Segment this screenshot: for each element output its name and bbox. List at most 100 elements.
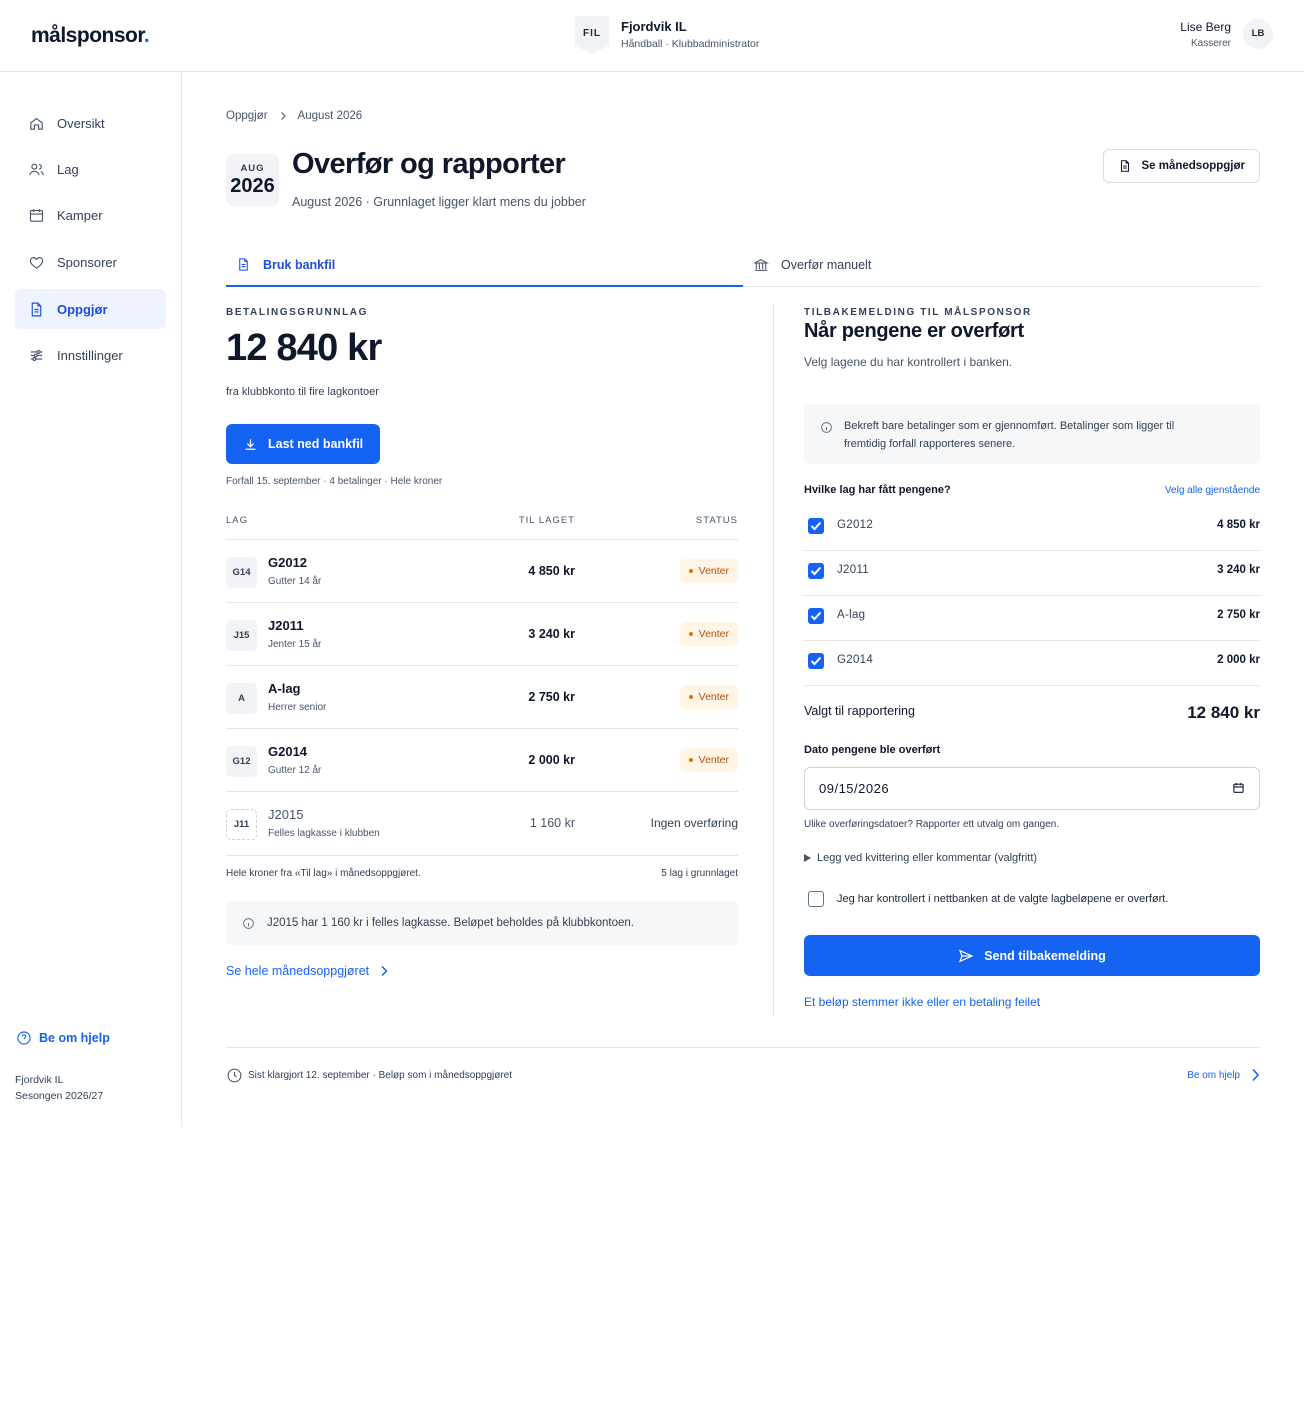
document-icon — [1121, 160, 1130, 172]
team-checkbox[interactable] — [808, 518, 824, 534]
feedback-subtitle: Velg lagene du har kontrollert i banken. — [804, 355, 1013, 369]
payment-meta: Forfall 15. september · 4 betalinger · H… — [226, 476, 443, 487]
info-icon — [243, 917, 254, 929]
send-feedback-button[interactable]: Send tilbakemelding — [804, 935, 1260, 976]
team-amount: 3 240 kr — [1217, 564, 1260, 576]
help-icon — [17, 1031, 31, 1045]
team-description: Gutter 12 år — [268, 765, 322, 776]
report-problem-link[interactable]: Et beløp stemmer ikke eller en betaling … — [804, 995, 1040, 1009]
status-badge: Venter — [679, 748, 738, 772]
team-amount: 4 850 kr — [1217, 519, 1260, 531]
team-check-row[interactable]: G2012 4 850 kr — [804, 506, 1260, 551]
basis-description: fra klubbkonto til fire lagkontoer — [226, 386, 379, 398]
info-icon — [821, 422, 832, 433]
team-code: J11 — [226, 809, 257, 840]
sidebar-item-label: Oppgjør — [57, 301, 108, 317]
team-checkbox[interactable] — [808, 563, 824, 579]
section-overline: TILBAKEMELDING TIL MÅLSPONSOR — [804, 307, 1032, 318]
user-name: Lise Berg — [1180, 20, 1231, 34]
team-name: A-lag — [268, 681, 301, 696]
team-name: A-lag — [837, 609, 866, 621]
bank-confirmation[interactable]: Jeg har kontrollert i nettbanken at de v… — [808, 891, 1168, 907]
chevron-right-icon — [381, 965, 388, 977]
table-row: G12 G2014 Gutter 12 år 2 000 kr Venter — [226, 729, 738, 792]
selected-total-label: Valgt til rapportering — [804, 704, 915, 718]
triangle-right-icon — [804, 854, 811, 862]
sidebar-help-link[interactable]: Be om hjelp — [16, 1030, 110, 1046]
download-bank-file-button[interactable]: Last ned bankfil — [226, 424, 381, 464]
footer-divider — [226, 1047, 1260, 1048]
tab-manual-transfer[interactable]: Overfør manuelt — [743, 244, 1260, 286]
last-prepared-info: Sist klargjort 12. september · Beløp som… — [226, 1067, 512, 1084]
selected-total-amount: 12 840 kr — [1187, 703, 1260, 722]
season-info: Fjordvik IL Sesongen 2026/27 — [15, 1074, 104, 1102]
shared-fund-note: J2015 har 1 160 kr i felles lagkasse. Be… — [226, 901, 738, 945]
sidebar-item-kamper[interactable]: Kamper — [15, 195, 166, 235]
footer-help-link[interactable]: Be om hjelp — [1187, 1068, 1260, 1082]
sidebar-item-label: Sponsorer — [57, 254, 117, 270]
status-text: Ingen overføring — [650, 816, 738, 830]
sidebar-item-sponsorer[interactable]: Sponsorer — [15, 242, 166, 282]
transfer-date-label: Dato pengene ble overført — [804, 744, 941, 756]
team-code: A — [226, 683, 257, 714]
breadcrumb-parent[interactable]: Oppgjør — [226, 110, 268, 122]
date-hint: Ulike overføringsdatoer? Rapporter ett u… — [804, 819, 1060, 830]
monthly-settlement-button[interactable]: Se månedsoppgjør — [1103, 149, 1260, 183]
team-checkbox[interactable] — [808, 608, 824, 624]
table-row-excluded: J11 J2015 Felles lagkasse i klubben 1 16… — [226, 792, 738, 856]
team-check-row[interactable]: J2011 3 240 kr — [804, 551, 1260, 596]
teams-question: Hvilke lag har fått pengene? — [804, 484, 951, 496]
team-check-row[interactable]: A-lag 2 750 kr — [804, 596, 1260, 641]
users-icon — [29, 163, 44, 175]
heart-icon — [29, 256, 44, 269]
select-all-remaining-link[interactable]: Velg alle gjenstående — [1165, 485, 1260, 496]
team-checkbox[interactable] — [808, 653, 824, 669]
calendar-icon[interactable] — [1232, 781, 1245, 795]
chevron-right-icon — [280, 112, 286, 120]
team-check-row[interactable]: G2014 2 000 kr — [804, 641, 1260, 686]
sidebar-item-label: Kamper — [57, 207, 103, 223]
club-name: Fjordvik IL — [621, 19, 687, 34]
sidebar-item-oppgjor[interactable]: Oppgjør — [15, 289, 166, 329]
column-divider — [773, 304, 774, 1016]
send-icon — [959, 949, 974, 962]
brand-logo[interactable]: målsponsor. — [31, 24, 150, 48]
team-code: G12 — [226, 746, 257, 777]
transfer-date-input[interactable]: 09/15/2026 — [804, 767, 1260, 810]
sliders-icon — [30, 349, 43, 361]
team-description: Herrer senior — [268, 702, 327, 713]
team-amount: 4 850 kr — [528, 564, 575, 578]
team-name: J2011 — [837, 564, 869, 576]
tab-bank-file[interactable]: Bruk bankfil — [226, 244, 743, 287]
sidebar-item-lag[interactable]: Lag — [15, 149, 166, 189]
top-bar: målsponsor. FIL Fjordvik IL Håndball · K… — [0, 0, 1304, 72]
sidebar-item-label: Lag — [57, 161, 79, 177]
view-monthly-settlement-link[interactable]: Se hele månedsoppgjøret — [226, 964, 389, 978]
basis-total-amount: 12 840 kr — [226, 327, 382, 369]
table-row: J15 J2011 Jenter 15 år 3 240 kr Venter — [226, 603, 738, 666]
check-icon — [810, 656, 822, 666]
breadcrumb-current: August 2026 — [297, 110, 363, 122]
team-code: J15 — [226, 620, 257, 651]
check-icon — [810, 611, 822, 621]
team-name: G2014 — [837, 654, 874, 666]
home-icon — [30, 117, 43, 130]
team-description: Gutter 14 år — [268, 576, 322, 587]
user-role: Kasserer — [1190, 38, 1231, 49]
status-badge: Venter — [679, 685, 738, 709]
sidebar-item-label: Innstillinger — [57, 347, 123, 363]
sidebar-item-innstillinger[interactable]: Innstillinger — [15, 335, 166, 375]
team-name: J2015 — [268, 807, 304, 822]
table-header: LAG TIL LAGET STATUS — [226, 512, 738, 540]
team-name: G2012 — [268, 555, 308, 570]
feedback-title: Når pengene er overført — [804, 320, 1024, 342]
sidebar-item-oversikt[interactable]: Oversikt — [15, 103, 166, 143]
team-code: G14 — [226, 557, 257, 588]
attachment-toggle[interactable]: Legg ved kvittering eller kommentar (val… — [804, 852, 1037, 864]
sidebar: Oversikt Lag Kamper Sponsorer Oppgjør In… — [0, 72, 182, 1127]
sidebar-item-label: Oversikt — [57, 115, 105, 131]
team-name: G2012 — [837, 519, 874, 531]
club-badge: FIL — [575, 16, 609, 54]
confirm-checkbox[interactable] — [808, 891, 824, 907]
avatar[interactable]: LB — [1243, 19, 1273, 49]
